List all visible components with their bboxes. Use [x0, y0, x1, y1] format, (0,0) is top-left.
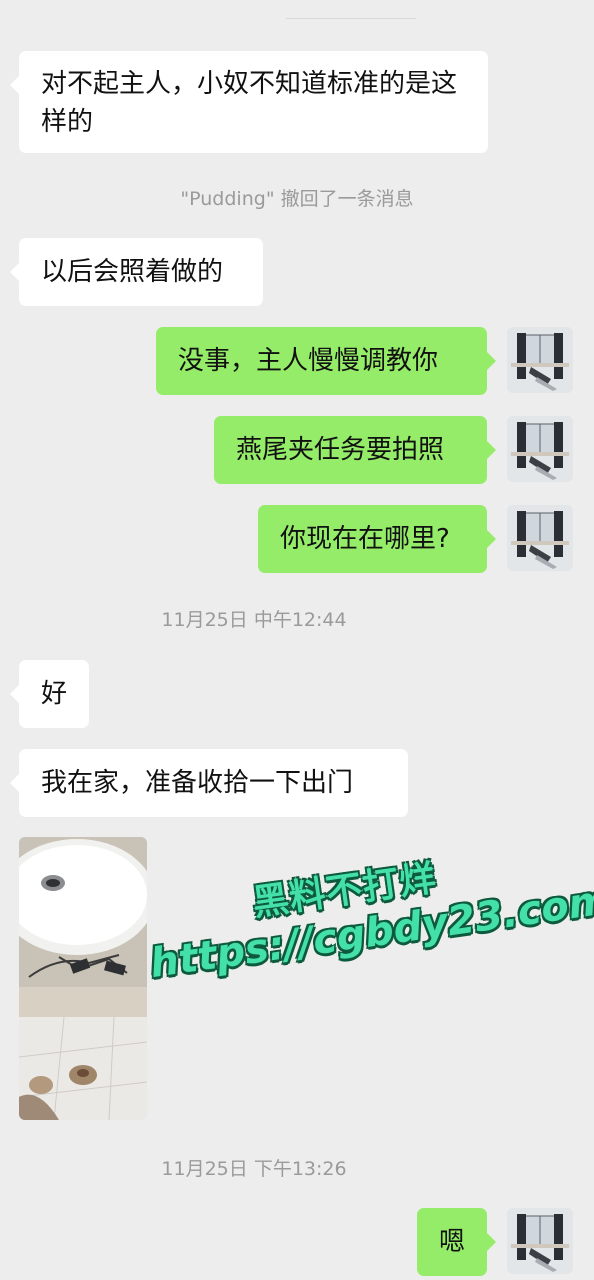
message-bubble-outgoing[interactable]: 你现在在哪里? — [258, 505, 496, 573]
bubble-tail — [487, 530, 496, 548]
photo-image — [19, 837, 147, 1120]
watermark: 黑料不打烊 https://cgbdy23.com — [140, 832, 594, 1029]
message-text: 以后会照着做的 — [41, 257, 224, 287]
avatar[interactable] — [507, 416, 573, 482]
bubble-tail — [487, 1233, 496, 1251]
message-text: 没事，主人慢慢调教你 — [178, 346, 439, 376]
image-message[interactable] — [19, 837, 147, 1120]
bubble-tail — [487, 352, 496, 370]
avatar-image — [507, 327, 573, 393]
avatar[interactable] — [507, 505, 573, 571]
watermark-title: 黑料不打烊 — [250, 857, 440, 925]
message-bubble-outgoing[interactable]: 嗯 — [417, 1208, 496, 1276]
avatar-image — [507, 416, 573, 482]
message-text: 嗯 — [439, 1227, 466, 1257]
message-text: 你现在在哪里? — [280, 524, 450, 554]
avatar-image — [507, 505, 573, 571]
bubble-tail — [10, 76, 19, 94]
bubble-tail — [487, 441, 496, 459]
watermark-url: https://cgbdy23.com — [147, 876, 594, 988]
message-text: 燕尾夹任务要拍照 — [236, 435, 445, 465]
message-bubble-incoming[interactable]: 对不起主人，小奴不知道标准的是这样的 — [10, 51, 488, 153]
timestamp: 11月25日 下午13:26 — [161, 1158, 347, 1180]
message-bubble-incoming[interactable]: 好 — [10, 660, 89, 728]
bubble-tail — [10, 263, 19, 281]
recall-notice: "Pudding" 撤回了一条消息 — [180, 188, 414, 210]
message-bubble-incoming[interactable]: 我在家，准备收拾一下出门 — [10, 749, 408, 817]
avatar[interactable] — [507, 1208, 573, 1274]
timestamp: 11月25日 中午12:44 — [161, 609, 347, 631]
bubble-tail — [10, 685, 19, 703]
message-text: 好 — [41, 679, 68, 709]
top-separator — [286, 18, 416, 19]
avatar-image — [507, 1208, 573, 1274]
message-text: 对不起主人，小奴不知道标准的是这样的 — [41, 69, 458, 137]
message-text: 我在家，准备收拾一下出门 — [41, 768, 354, 798]
message-bubble-outgoing[interactable]: 燕尾夹任务要拍照 — [214, 416, 496, 484]
avatar[interactable] — [507, 327, 573, 393]
bubble-tail — [10, 774, 19, 792]
message-bubble-outgoing[interactable]: 没事，主人慢慢调教你 — [156, 327, 496, 395]
message-bubble-incoming[interactable]: 以后会照着做的 — [10, 238, 263, 306]
